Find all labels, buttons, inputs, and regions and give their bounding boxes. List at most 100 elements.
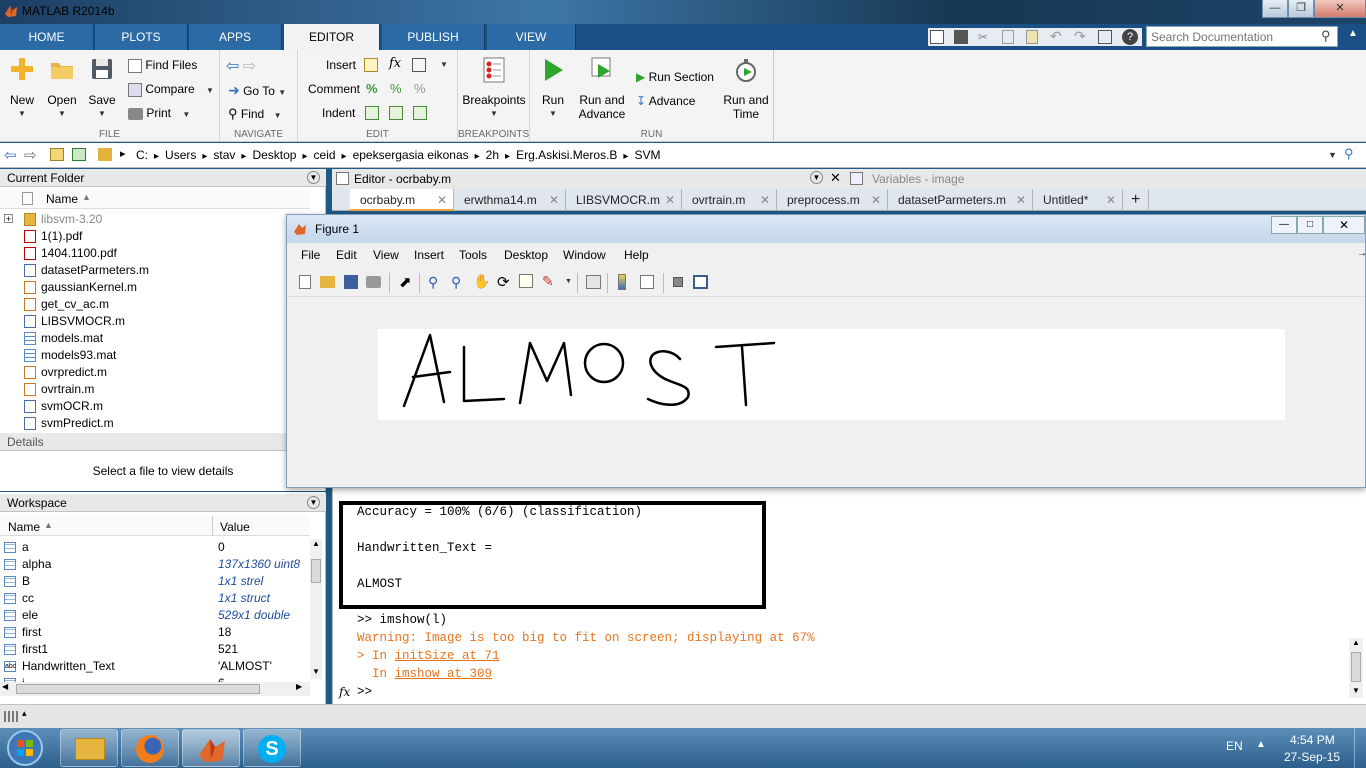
breadcrumb-item[interactable]: SVM <box>634 148 660 162</box>
tab-home[interactable]: HOME <box>0 24 94 50</box>
print-figure-icon[interactable] <box>366 276 381 288</box>
workspace-vscrollbar[interactable]: ▲ ▼ <box>310 539 322 679</box>
figure-maximize-button[interactable]: □ <box>1297 216 1323 234</box>
run-button[interactable]: Run ▼ <box>536 56 570 121</box>
name-column-header[interactable]: Name <box>46 192 78 206</box>
workspace-variable-row[interactable]: cc 1x1 struct <box>0 590 310 607</box>
data-cursor-icon[interactable] <box>519 274 533 288</box>
zoom-in-icon[interactable]: ⚲ <box>428 274 438 291</box>
address-back-icon[interactable]: ⇦ <box>4 146 17 164</box>
file-list-item[interactable]: gaussianKernel.m <box>24 279 310 296</box>
breadcrumb-arrow-icon[interactable]: ▸ <box>202 151 207 162</box>
new-tab-button[interactable]: + <box>1123 189 1149 211</box>
advance-button[interactable]: ↧ Advance <box>636 94 695 108</box>
save-icon[interactable] <box>954 30 968 44</box>
nav-back-icon[interactable]: ⇦ <box>226 58 239 75</box>
initsize-link[interactable]: initSize at 71 <box>395 649 500 663</box>
editor-tab-erwthma14[interactable]: erwthma14.m ✕ <box>454 189 566 211</box>
switch-windows-icon[interactable] <box>1098 30 1112 44</box>
breadcrumb-arrow-icon[interactable]: ▸ <box>505 151 510 162</box>
address-dropdown-icon[interactable]: ▼ <box>1328 150 1337 160</box>
help-icon[interactable]: ? <box>1122 29 1138 45</box>
expand-folder-icon[interactable]: + <box>4 214 13 224</box>
command-prompt[interactable]: >> <box>357 685 372 699</box>
scroll-thumb[interactable] <box>311 559 321 583</box>
zoom-out-icon[interactable]: ⚲ <box>451 274 461 291</box>
menu-help[interactable]: Help <box>624 248 649 262</box>
imshow-link[interactable]: imshow at 309 <box>395 667 493 681</box>
tab-publish[interactable]: PUBLISH <box>382 24 485 50</box>
increase-indent-icon[interactable] <box>389 106 403 120</box>
brush-icon[interactable]: ✎ <box>542 273 554 290</box>
cmd-scroll-down-icon[interactable]: ▼ <box>1352 686 1360 695</box>
undo-icon[interactable]: ↶ <box>1050 28 1062 45</box>
file-list-item[interactable]: 1404.1100.pdf <box>24 245 310 262</box>
link-plot-icon[interactable] <box>586 275 601 289</box>
breadcrumb-item[interactable]: stav <box>213 148 235 162</box>
clock-date[interactable]: 27-Sep-15 <box>1284 750 1340 764</box>
open-button[interactable]: Open ▼ <box>44 56 80 121</box>
open-dropdown-icon[interactable]: ▼ <box>44 107 80 121</box>
editor-actions-icon[interactable]: ▼ <box>810 171 823 184</box>
workspace-actions-icon[interactable]: ▼ <box>307 496 320 509</box>
tab-close-icon[interactable]: ✕ <box>871 189 881 211</box>
show-plot-tools-icon[interactable] <box>693 275 708 289</box>
nav-forward-icon[interactable]: ⇨ <box>243 58 256 75</box>
run-section-button[interactable]: ▶ Run Section <box>636 70 714 84</box>
comment-button[interactable]: Comment <box>308 82 360 96</box>
search-documentation-field[interactable]: ⚲ <box>1146 26 1338 47</box>
find-files-button[interactable]: Find Files <box>128 58 197 73</box>
breadcrumb-item[interactable]: 2h <box>486 148 499 162</box>
scroll-right-icon[interactable]: ▶ <box>296 682 302 691</box>
editor-tab-untitled[interactable]: Untitled* ✕ <box>1033 189 1123 211</box>
browse-folder-icon[interactable] <box>72 148 86 161</box>
scroll-down-icon[interactable]: ▼ <box>312 667 320 676</box>
workspace-variable-row[interactable]: alpha 137x1360 uint8 <box>0 556 310 573</box>
wrap-comments-icon[interactable]: % <box>414 81 426 96</box>
rotate-3d-icon[interactable]: ⟳ <box>497 273 510 291</box>
breadcrumb-arrow-icon[interactable]: ▸ <box>623 151 628 162</box>
tab-plots[interactable]: PLOTS <box>95 24 188 50</box>
pointer-icon[interactable]: ⬈ <box>399 273 412 291</box>
breadcrumb-arrow-icon[interactable]: ▸ <box>475 151 480 162</box>
ws-column-divider[interactable] <box>212 516 213 536</box>
tab-editor[interactable]: EDITOR <box>284 24 380 50</box>
find-dropdown-icon[interactable]: ▼ <box>274 111 282 120</box>
breadcrumb-arrow-icon[interactable]: ▸ <box>154 151 159 162</box>
new-figure-icon[interactable] <box>299 275 311 289</box>
workspace-variable-row[interactable]: ele 529x1 double <box>0 607 310 624</box>
breadcrumb-arrow-icon[interactable]: ▸ <box>342 151 347 162</box>
breadcrumb-item[interactable]: Desktop <box>252 148 296 162</box>
language-indicator[interactable]: EN <box>1226 739 1243 753</box>
taskbar-matlab[interactable] <box>182 729 240 767</box>
brush-dropdown-icon[interactable]: ▼ <box>565 278 572 285</box>
file-list-item[interactable]: ovrpredict.m <box>24 364 310 381</box>
editor-close-icon[interactable]: ✕ <box>830 170 841 186</box>
fx-icon[interactable]: fx <box>389 56 401 71</box>
print-button[interactable]: Print ▼ <box>128 106 190 120</box>
file-list-item[interactable]: 1(1).pdf <box>24 228 310 245</box>
breadcrumb-arrow-icon[interactable]: ▸ <box>302 151 307 162</box>
save-figure-icon[interactable] <box>344 275 358 289</box>
cut-icon[interactable]: ✂ <box>978 30 992 44</box>
go-to-button[interactable]: ➜ Go To ▼ <box>228 82 286 99</box>
file-list-item[interactable]: + libsvm-3.20 <box>4 211 310 228</box>
workspace-variable-row[interactable]: B 1x1 strel <box>0 573 310 590</box>
file-list-item[interactable]: models.mat <box>24 330 310 347</box>
copy-icon[interactable] <box>1002 30 1014 44</box>
editor-tab-ovrtrain[interactable]: ovrtrain.m ✕ <box>682 189 777 211</box>
file-list-item[interactable]: LIBSVMOCR.m <box>24 313 310 330</box>
command-window[interactable]: Accuracy = 100% (6/6) (classification) H… <box>332 488 1366 704</box>
run-and-advance-button[interactable]: Run and Advance <box>576 56 628 121</box>
new-dropdown-icon[interactable]: ▼ <box>4 107 40 121</box>
menu-file[interactable]: File <box>301 248 320 262</box>
comment-percent-icon[interactable]: % <box>366 81 378 96</box>
menu-edit[interactable]: Edit <box>336 248 357 262</box>
tab-close-icon[interactable]: ✕ <box>665 189 675 211</box>
run-and-time-button[interactable]: Run and Time <box>720 56 772 121</box>
ribbon-collapse-icon[interactable]: ▲ <box>1348 28 1364 46</box>
menu-insert[interactable]: Insert <box>414 248 444 262</box>
find-button[interactable]: ⚲ Find ▼ <box>228 106 281 122</box>
print-dropdown-icon[interactable]: ▼ <box>182 110 190 119</box>
show-hidden-icons-icon[interactable]: ▲ <box>1256 739 1266 750</box>
